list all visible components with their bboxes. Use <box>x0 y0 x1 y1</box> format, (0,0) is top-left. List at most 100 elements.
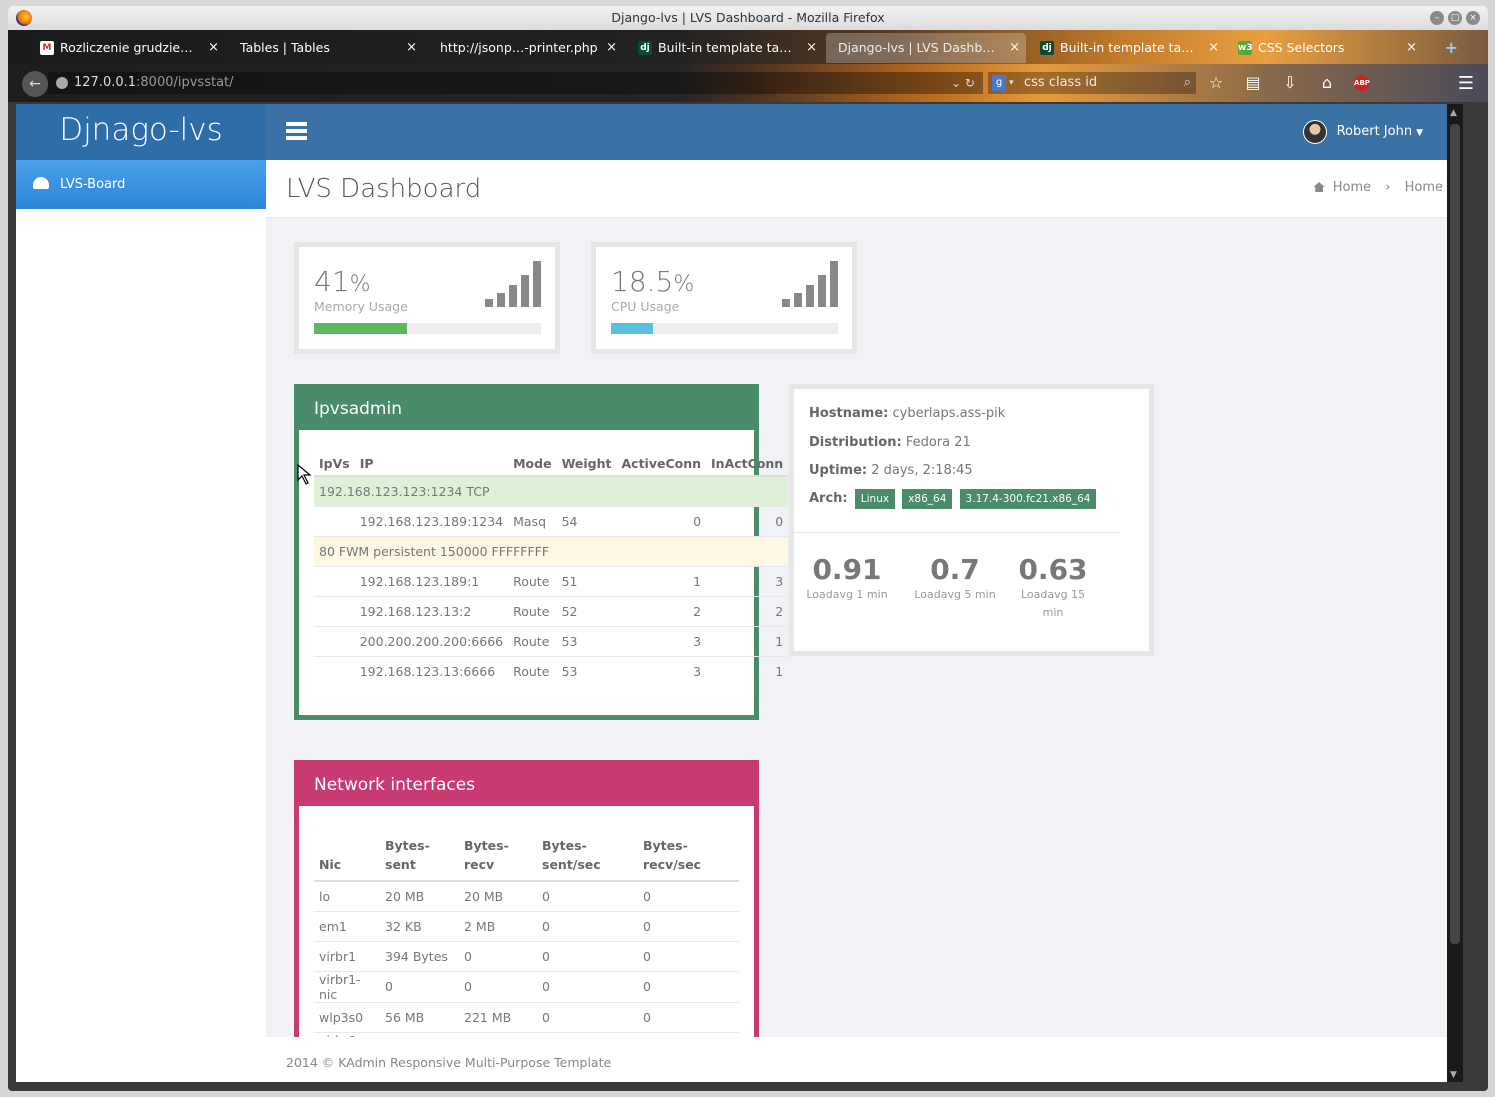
adblock-icon[interactable]: ABP <box>1354 75 1370 91</box>
dashboard-icon <box>33 177 49 189</box>
new-tab-button[interactable]: + <box>1445 38 1458 57</box>
title-bar: Django-lvs | LVS Dashboard - Mozilla Fir… <box>8 6 1488 30</box>
column-header: Bytes-sent <box>380 824 459 882</box>
memory-usage-card: 41% Memory Usage <box>294 242 560 354</box>
bookmark-star-icon[interactable]: ☆ <box>1206 73 1226 93</box>
reload-icon[interactable]: ⌄ ↻ <box>951 72 975 94</box>
column-header: Mode <box>508 448 557 477</box>
hostname-line: Hostname: cyberlaps.ass-pik <box>809 406 1006 421</box>
scrollbar-thumb[interactable] <box>1450 124 1460 944</box>
window-title: Django-lvs | LVS Dashboard - Mozilla Fir… <box>611 10 885 25</box>
url-host: 127.0.0.1 <box>74 75 137 90</box>
column-header: Nic <box>314 824 380 882</box>
firefox-icon <box>16 10 32 26</box>
scroll-up-icon[interactable]: ▲ <box>1450 108 1457 118</box>
url-rest: :8000/ipvsstat/ <box>136 75 234 90</box>
back-button[interactable]: ← <box>22 71 48 97</box>
column-header: Weight <box>556 448 617 477</box>
avatar <box>1302 120 1327 144</box>
column-header: IpVs <box>314 448 355 477</box>
breadcrumb-separator: › <box>1385 180 1391 195</box>
loadavg-1: 0.91 Loadavg 1 min <box>806 553 888 601</box>
close-window-button[interactable]: × <box>1466 11 1480 25</box>
w3-icon: w3 <box>1238 41 1253 55</box>
column-header: InActConn <box>706 448 789 477</box>
user-menu[interactable]: Robert John ▼ <box>1302 120 1423 145</box>
table-row: em1 32 KB 2 MB 0 0 <box>314 910 739 941</box>
minimize-button[interactable]: – <box>1430 11 1444 25</box>
google-icon[interactable]: g <box>992 75 1006 91</box>
browser-window: Django-lvs | LVS Dashboard - Mozilla Fir… <box>8 6 1488 1091</box>
cpu-value: 18.5% <box>611 265 695 298</box>
cpu-progress-bar <box>611 323 838 334</box>
loadavg-5: 0.7 Loadavg 5 min <box>914 553 996 601</box>
search-input[interactable]: css class id <box>1024 75 1097 90</box>
maximize-button[interactable]: □ <box>1448 11 1462 25</box>
close-tab-icon[interactable]: × <box>406 33 417 63</box>
network-table: Nic Bytes-sent Bytes-recv Bytes-sent/sec… <box>314 824 739 1063</box>
close-tab-icon[interactable]: × <box>208 33 219 63</box>
close-tab-icon[interactable]: × <box>1009 33 1020 63</box>
tab-django-lvs[interactable]: Django-lvs | LVS Dashb… × <box>826 33 1026 63</box>
table-row: 200.200.200.200:6666 Route 53 3 1 <box>314 625 789 656</box>
table-row: lo 20 MB 20 MB 0 0 <box>314 880 739 911</box>
loadavg-15: 0.63 Loadavg 15 min <box>1018 553 1088 619</box>
tab-css-selectors[interactable]: w3 CSS Selectors × <box>1228 33 1423 63</box>
arch-line: Arch: Linux x86_64 3.17.4-300.fc21.x86_6… <box>809 489 1097 509</box>
ipvs-table: IpVs IP Mode Weight ActiveConn InActConn… <box>314 448 789 686</box>
close-tab-icon[interactable]: × <box>1208 33 1219 63</box>
sidebar-toggle-icon[interactable] <box>286 122 307 143</box>
breadcrumb-current: Home <box>1404 180 1443 195</box>
arch-badge: x86_64 <box>902 489 953 509</box>
tab-gmail[interactable]: M Rozliczenie grudzie… × <box>30 33 225 63</box>
scroll-down-icon[interactable]: ▼ <box>1450 1070 1457 1080</box>
sidebar-item-label: LVS-Board <box>60 177 126 192</box>
tab-strip: M Rozliczenie grudzie… × Tables | Tables… <box>8 30 1488 64</box>
tab-django-docs-1[interactable]: dj Built-in template ta… × <box>628 33 823 63</box>
tab-tables[interactable]: Tables | Tables × <box>228 33 423 63</box>
memory-progress-fill <box>314 323 408 334</box>
table-row: 192.168.123.13:2 Route 52 2 2 <box>314 595 789 626</box>
search-icon[interactable]: ⌕ <box>1184 72 1191 94</box>
breadcrumb-home-link[interactable]: Home <box>1333 180 1371 195</box>
scrollbar[interactable]: ▲ ▼ <box>1447 104 1463 1082</box>
column-header: Bytes-recv <box>459 824 537 882</box>
column-header: IP <box>354 448 509 477</box>
reading-list-icon[interactable]: ▤ <box>1243 73 1263 93</box>
footer-text: 2014 © KAdmin Responsive Multi-Purpose T… <box>286 1055 612 1070</box>
brand-logo[interactable]: Djnago-lvs <box>16 104 266 160</box>
page-viewport: Djnago-lvs LVS-Board Robert John ▼ LVS Da… <box>16 104 1463 1082</box>
tab-jsonp[interactable]: http://jsonp…-printer.php × <box>428 33 623 63</box>
divider <box>794 532 1119 533</box>
caret-down-icon: ▼ <box>1416 128 1423 138</box>
django-icon: dj <box>1040 41 1054 55</box>
close-tab-icon[interactable]: × <box>806 33 817 63</box>
close-tab-icon[interactable]: × <box>606 33 617 63</box>
mouse-cursor-icon <box>297 464 311 485</box>
menu-icon[interactable]: ☰ <box>1458 73 1474 94</box>
cpu-progress-fill <box>611 323 653 334</box>
cpu-usage-card: 18.5% CPU Usage <box>591 242 857 354</box>
arch-badge: Linux <box>854 489 896 509</box>
close-tab-icon[interactable]: × <box>1406 33 1417 63</box>
breadcrumb: Home › Home <box>1313 180 1443 195</box>
url-bar[interactable]: 127.0.0.1:8000/ipvsstat/ ⌄ ↻ <box>48 72 983 94</box>
table-row: 192.168.123.13:6666 Route 53 3 1 <box>314 655 789 686</box>
system-info-card: Hostname: cyberlaps.ass-pik Distribution… <box>789 384 1154 656</box>
uptime-line: Uptime: 2 days, 2:18:45 <box>809 463 973 478</box>
table-row: virbr1-nic 0 0 0 0 <box>314 970 739 1002</box>
search-bar[interactable]: g ▾ css class id ⌕ <box>988 72 1196 94</box>
user-name: Robert John <box>1336 124 1413 139</box>
download-icon[interactable]: ⇩ <box>1280 73 1300 93</box>
gmail-icon: M <box>40 41 54 55</box>
table-row: 192.168.123.189:1 Route 51 1 3 <box>314 565 789 596</box>
column-header: ActiveConn <box>616 448 707 477</box>
tab-django-docs-2[interactable]: dj Built-in template ta… × <box>1030 33 1225 63</box>
page-title: LVS Dashboard <box>286 174 482 204</box>
distribution-line: Distribution: Fedora 21 <box>809 435 971 450</box>
home-icon[interactable]: ⌂ <box>1317 73 1337 93</box>
table-row: wlp3s0 56 MB 221 MB 0 0 <box>314 1001 739 1032</box>
chevron-down-icon[interactable]: ▾ <box>1009 72 1014 94</box>
memory-progress-bar <box>314 323 541 334</box>
sidebar-item-lvs-board[interactable]: LVS-Board <box>16 160 266 209</box>
